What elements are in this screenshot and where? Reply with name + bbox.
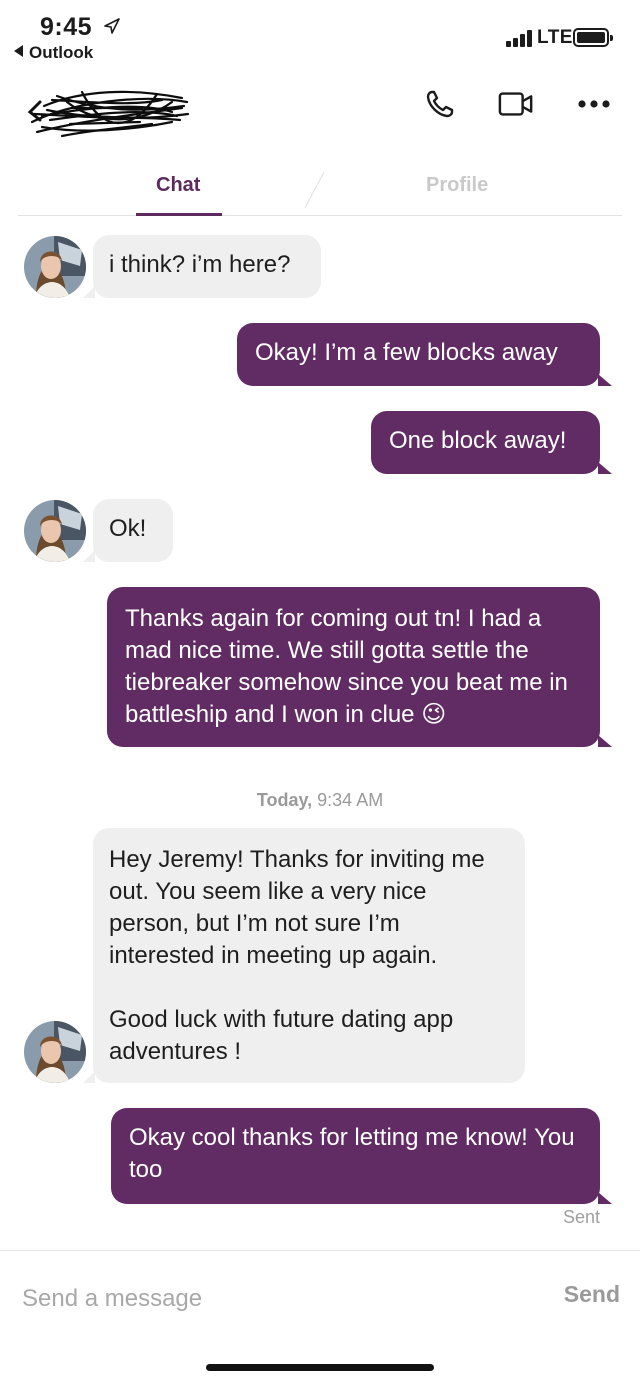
- message-text: i think? i’m here?: [109, 251, 291, 278]
- date-divider: Today, 9:34 AM: [0, 790, 640, 811]
- tab-chat[interactable]: Chat: [156, 174, 200, 197]
- incoming-message[interactable]: Ok!: [83, 499, 173, 562]
- delivery-status: Sent: [562, 1207, 600, 1227]
- network-type: LTE: [537, 27, 573, 48]
- outgoing-message[interactable]: Okay cool thanks for letting me know! Yo…: [111, 1108, 612, 1204]
- outgoing-message[interactable]: Thanks again for coming out tn! I had a …: [107, 587, 612, 747]
- call-button[interactable]: [422, 86, 458, 122]
- message-text: Hey Jeremy! Thanks for inviting me out. …: [109, 846, 485, 1065]
- message-text: Okay! I’m a few blocks away: [255, 339, 558, 366]
- redacted-name-scribble: [27, 90, 190, 138]
- avatar-photo: [24, 500, 86, 562]
- chat-header: [0, 68, 640, 158]
- incoming-message[interactable]: Hey Jeremy! Thanks for inviting me out. …: [83, 828, 525, 1083]
- tab-bar: Chat Profile: [18, 160, 622, 216]
- signal-bars-icon: [506, 30, 534, 47]
- more-dots-icon: [578, 100, 610, 108]
- active-tab-indicator: [136, 213, 222, 216]
- tab-divider: [304, 172, 325, 208]
- battery-icon: [573, 28, 613, 47]
- location-arrow-icon: [104, 18, 120, 34]
- back-triangle-icon: [14, 45, 23, 57]
- message-text: One block away!: [389, 427, 567, 454]
- message-text: Ok!: [109, 515, 147, 542]
- tab-profile[interactable]: Profile: [426, 174, 488, 197]
- incoming-message[interactable]: i think? i’m here?: [83, 235, 321, 298]
- date-divider-day: Today,: [256, 790, 313, 810]
- status-time: 9:45: [40, 13, 93, 41]
- avatar-photo: [24, 236, 86, 298]
- message-composer: Send: [0, 1250, 640, 1346]
- date-divider-time: 9:34 AM: [317, 790, 384, 810]
- video-call-button[interactable]: [498, 86, 534, 122]
- message-input[interactable]: [22, 1279, 492, 1319]
- outgoing-message[interactable]: Okay! I’m a few blocks away: [237, 323, 612, 386]
- back-app-label: Outlook: [29, 43, 94, 62]
- outgoing-message[interactable]: One block away!: [371, 411, 612, 474]
- avatar[interactable]: [24, 236, 86, 298]
- home-indicator[interactable]: [206, 1364, 434, 1371]
- message-text: Okay cool thanks for letting me know! Yo…: [129, 1124, 575, 1183]
- send-button[interactable]: Send: [564, 1281, 620, 1308]
- phone-icon: [426, 90, 454, 118]
- video-camera-icon: [498, 92, 533, 116]
- more-options-button[interactable]: [576, 86, 612, 122]
- avatar-photo: [24, 1021, 86, 1083]
- avatar[interactable]: [24, 500, 86, 562]
- chevron-left-icon: [27, 100, 42, 122]
- status-bar: 9:45 Outlook LTE: [0, 0, 640, 68]
- back-to-app-link[interactable]: Outlook: [14, 43, 93, 63]
- avatar[interactable]: [24, 1021, 86, 1083]
- message-text: Thanks again for coming out tn! I had a …: [125, 605, 568, 728]
